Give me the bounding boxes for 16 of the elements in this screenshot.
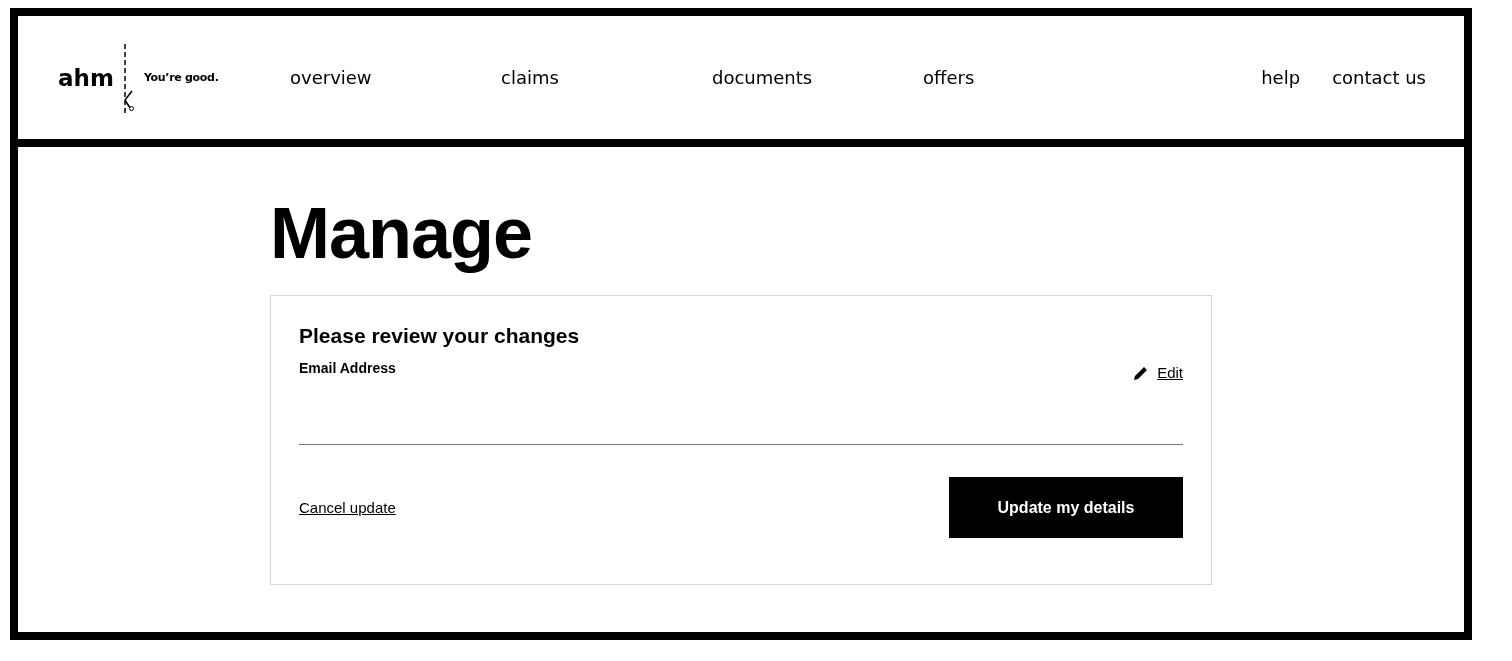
field-label: Email Address (299, 360, 396, 376)
nav-link[interactable]: documents (712, 67, 923, 88)
nav-link[interactable]: contact us (1332, 67, 1426, 88)
nav-link[interactable]: help (1261, 67, 1301, 88)
card-title: Please review your changes (299, 324, 581, 348)
nav-link[interactable]: overview (290, 67, 501, 88)
nav-link[interactable]: claims (501, 67, 712, 88)
nav-link[interactable]: offers (923, 67, 1134, 88)
edit-link[interactable]: Edit (1133, 364, 1183, 381)
logo-wordmark[interactable]: ahm (58, 64, 114, 91)
tagline: You’re good. (143, 71, 219, 84)
page-title: Manage (270, 193, 534, 273)
pencil-icon (1133, 364, 1150, 381)
cancel-link[interactable]: Cancel update (299, 499, 396, 516)
scissors-line-icon (121, 43, 136, 114)
submit-button[interactable]: Update my details (949, 477, 1183, 538)
